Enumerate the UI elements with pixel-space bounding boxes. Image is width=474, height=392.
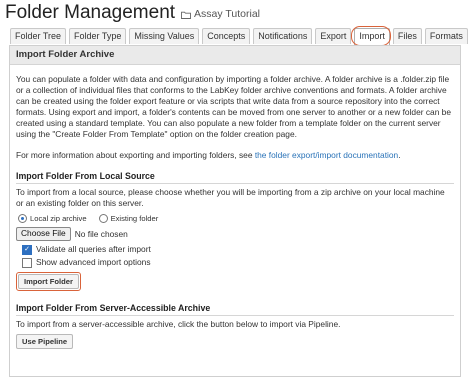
use-pipeline-button[interactable]: Use Pipeline	[16, 334, 74, 349]
panel-title: Import Folder Archive	[10, 46, 460, 65]
tab-folder-tree[interactable]: Folder Tree	[10, 28, 67, 44]
tab-formats[interactable]: Formats	[424, 28, 468, 44]
page-title: Folder Management	[5, 2, 176, 23]
tab-files[interactable]: Files	[392, 28, 422, 44]
tab-folder-type[interactable]: Folder Type	[69, 28, 127, 44]
existing-folder-radio[interactable]	[98, 214, 108, 223]
local-zip-radio[interactable]	[18, 214, 27, 223]
tab-bar: Folder Tree Folder Type Missing Values C…	[10, 28, 471, 45]
panel-body: You can populate a folder with data and …	[10, 65, 460, 349]
tab-missing-values[interactable]: Missing Values	[129, 28, 200, 44]
local-source-title: Import Folder From Local Source	[16, 171, 155, 181]
tab-notifications[interactable]: Notifications	[253, 28, 313, 44]
validate-option[interactable]: Validate all queries after import	[16, 244, 454, 255]
import-folder-button[interactable]: Import Folder	[18, 274, 79, 289]
server-archive-title: Import Folder From Server-Accessible Arc…	[16, 303, 211, 313]
folder-breadcrumb[interactable]: Assay Tutorial	[181, 8, 260, 20]
tab-import[interactable]: Import	[354, 28, 390, 45]
tab-export[interactable]: Export	[315, 28, 352, 44]
advanced-option[interactable]: Show advanced import options	[16, 257, 454, 268]
more-info-suffix: .	[398, 150, 401, 160]
import-button-highlight: Import Folder	[16, 272, 81, 291]
folder-name: Assay Tutorial	[194, 8, 260, 20]
import-folder-archive-panel: Import Folder Archive You can populate a…	[9, 45, 461, 377]
page-header: Folder Management Assay Tutorial	[5, 2, 260, 24]
local-source-description: To import from a local source, please ch…	[16, 187, 445, 208]
validate-label: Validate all queries after import	[36, 244, 151, 254]
section-divider	[16, 183, 454, 184]
advanced-checkbox[interactable]	[22, 257, 32, 268]
server-archive-description: To import from a server-accessible archi…	[16, 319, 341, 329]
existing-folder-label: Existing folder	[110, 214, 159, 223]
intro-paragraph: You can populate a folder with data and …	[16, 74, 451, 139]
more-info-text: For more information about exporting and…	[16, 150, 255, 160]
documentation-link[interactable]: the folder export/import documentation	[255, 150, 398, 160]
file-status: No file chosen	[74, 228, 128, 239]
validate-checkbox[interactable]	[22, 244, 32, 255]
more-info-paragraph: For more information about exporting and…	[16, 150, 454, 161]
folder-icon	[181, 11, 191, 19]
source-radio-group: Local zip archive Existing folder	[16, 213, 454, 224]
advanced-label: Show advanced import options	[36, 257, 151, 267]
choose-file-button[interactable]: Choose File	[16, 227, 71, 241]
local-zip-label: Local zip archive	[30, 214, 87, 223]
section-divider	[16, 315, 454, 316]
tab-concepts[interactable]: Concepts	[202, 28, 251, 44]
file-picker: Choose File No file chosen	[16, 227, 454, 241]
